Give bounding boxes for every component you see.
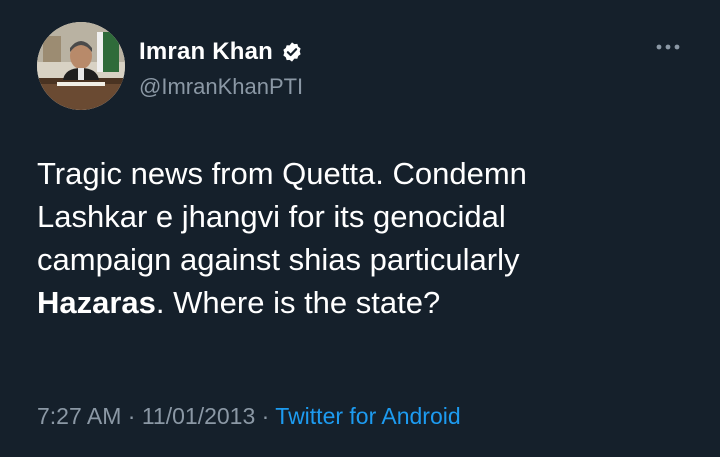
avatar[interactable]: [37, 22, 125, 110]
avatar-photo: [37, 22, 125, 110]
tweet-text-fragment: . Where is the state?: [155, 285, 441, 320]
verified-badge-icon: [281, 41, 303, 63]
tweet-card: Imran Khan @ImranKhanPTI Tragic news fro…: [0, 0, 720, 457]
meta-separator: ·: [127, 403, 136, 429]
tweet-date[interactable]: 11/01/2013: [142, 403, 255, 429]
tweet-source-link[interactable]: Twitter for Android: [275, 403, 460, 429]
tweet-metadata: 7:27 AM · 11/01/2013 · Twitter for Andro…: [37, 403, 461, 430]
author-display-name[interactable]: Imran Khan: [139, 38, 273, 66]
tweet-text: Tragic news from Quetta. Condemn Lashkar…: [37, 152, 697, 324]
tweet-text-line: Hazaras. Where is the state?: [37, 281, 697, 324]
meta-separator: ·: [261, 403, 270, 429]
tweet-text-line: Tragic news from Quetta. Condemn: [37, 156, 527, 191]
tweet-text-line: campaign against shias particularly: [37, 242, 520, 277]
tweet-time[interactable]: 7:27 AM: [37, 403, 121, 429]
tweet-text-line: Lashkar e jhangvi for its genocidal: [37, 199, 506, 234]
more-options-icon[interactable]: [655, 40, 681, 52]
hashtag-like-bold-text: Hazaras: [37, 285, 156, 320]
author-handle[interactable]: @ImranKhanPTI: [139, 74, 303, 100]
author-name-row: Imran Khan: [139, 38, 303, 66]
